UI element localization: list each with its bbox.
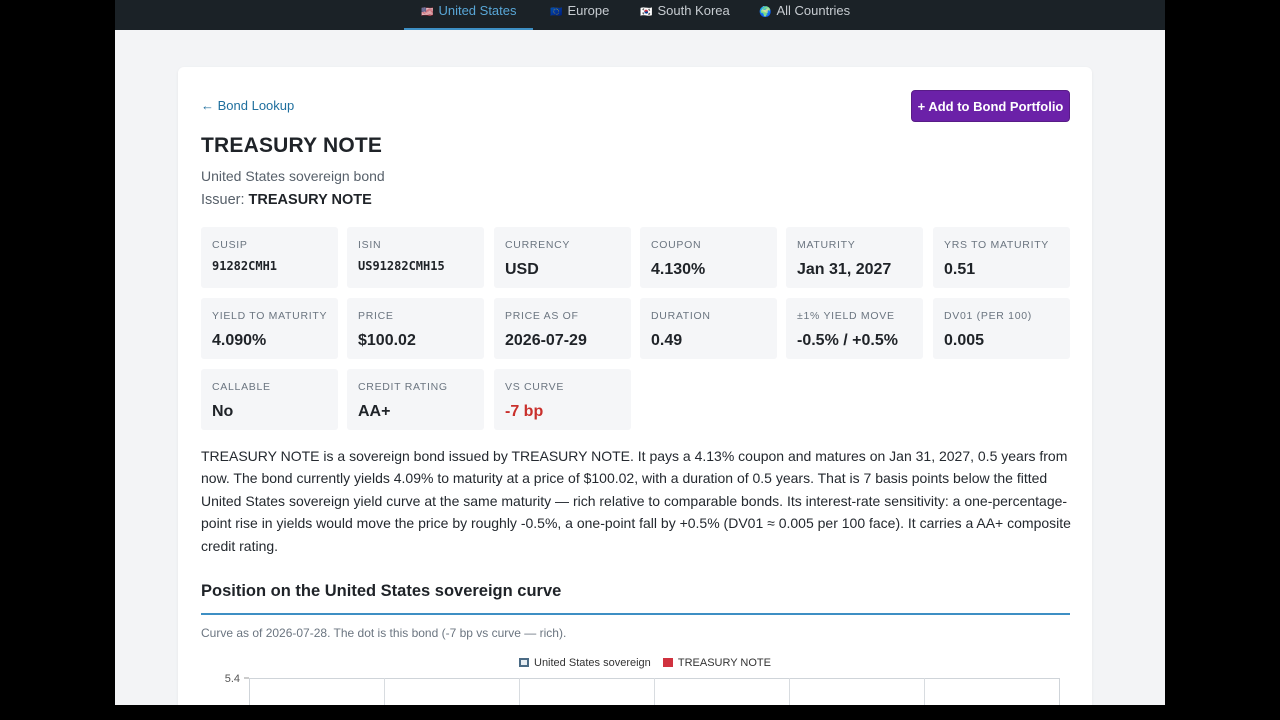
- stat-cusip: CUSIP 91282CMH1: [201, 227, 338, 288]
- stat-dv01: DV01 (PER 100) 0.005: [933, 298, 1070, 359]
- stat-value: 0.49: [651, 332, 683, 349]
- tab-united-states[interactable]: 🇺🇸 United States: [404, 0, 533, 30]
- stat-label: YIELD TO MATURITY: [212, 310, 328, 322]
- stat-credit-rating: CREDIT RATING AA+: [347, 369, 484, 430]
- stat-value: -7 bp: [505, 403, 544, 420]
- kr-flag-icon: 🇰🇷: [640, 7, 653, 18]
- stat-maturity: MATURITY Jan 31, 2027: [786, 227, 923, 288]
- stat-value: 4.130%: [651, 261, 706, 278]
- bond-description: TREASURY NOTE is a sovereign bond issued…: [201, 448, 1071, 554]
- tab-label: Europe: [567, 3, 610, 18]
- bond-subtitle: United States sovereign bond: [201, 168, 385, 184]
- issuer-label: Issuer:: [201, 192, 245, 208]
- stat-label: PRICE AS OF: [505, 310, 579, 322]
- page-title: TREASURY NOTE: [201, 134, 383, 157]
- stat-value: No: [212, 403, 234, 420]
- stat-duration: DURATION 0.49: [640, 298, 777, 359]
- bond-detail-card: ← Bond Lookup + Add to Bond Portfolio TR…: [178, 67, 1092, 705]
- issuer-line: Issuer: TREASURY NOTE: [201, 192, 372, 208]
- tab-all-countries[interactable]: 🌍 All Countries: [759, 0, 850, 30]
- section-divider: [201, 613, 1070, 615]
- stat-yield-to-maturity: YIELD TO MATURITY 4.090%: [201, 298, 338, 359]
- stat-value: USD: [505, 261, 539, 278]
- stat-value: US91282CMH15: [358, 259, 445, 273]
- curve-section-title: Position on the United States sovereign …: [201, 582, 562, 600]
- tab-south-korea[interactable]: 🇰🇷 South Korea: [640, 0, 730, 30]
- tab-label: South Korea: [657, 3, 730, 18]
- legend-swatch-bond: [662, 658, 673, 667]
- stat-price-as-of: PRICE AS OF 2026-07-29: [494, 298, 631, 359]
- browser-viewport: 🇺🇸 United States 🇪🇺 Europe 🇰🇷 South Korea 🌍…: [115, 0, 1165, 705]
- stat-label: ISIN: [358, 239, 382, 251]
- stat-label: PRICE: [358, 310, 394, 322]
- stat-value: -0.5% / +0.5%: [797, 332, 898, 349]
- issuer-name: TREASURY NOTE: [248, 192, 372, 208]
- tab-europe[interactable]: 🇪🇺 Europe: [550, 0, 609, 30]
- add-to-bond-portfolio-button[interactable]: + Add to Bond Portfolio: [911, 90, 1070, 122]
- tab-label: United States: [438, 3, 517, 18]
- stat-callable: CALLABLE No: [201, 369, 338, 430]
- stat-value: 0.005: [944, 332, 985, 349]
- stat-label: CALLABLE: [212, 381, 271, 393]
- stat-value: Jan 31, 2027: [797, 261, 892, 278]
- stat-label: DV01 (PER 100): [944, 310, 1033, 322]
- stat-currency: CURRENCY USD: [494, 227, 631, 288]
- stat-label: COUPON: [651, 239, 702, 251]
- stat-value: AA+: [358, 403, 391, 420]
- stat-value: 91282CMH1: [212, 259, 278, 273]
- stat-label: ±1% YIELD MOVE: [797, 310, 895, 322]
- stat-label: MATURITY: [797, 239, 856, 251]
- curve-note: Curve as of 2026-07-28. The dot is this …: [201, 626, 567, 640]
- stat-label: DURATION: [651, 310, 711, 322]
- legend-swatch-curve: [519, 658, 529, 667]
- yield-curve-chart: 5.4: [225, 673, 1060, 705]
- stat-value: 4.090%: [212, 332, 267, 349]
- stat-value: $100.02: [358, 332, 416, 349]
- tab-label: All Countries: [776, 3, 851, 18]
- country-nav: 🇺🇸 United States 🇪🇺 Europe 🇰🇷 South Korea 🌍…: [115, 0, 1165, 30]
- stat-value: 0.51: [944, 261, 976, 278]
- y-tick-label: 5.4: [225, 673, 240, 685]
- stat-isin: ISIN US91282CMH15: [347, 227, 484, 288]
- stat-label: CURRENCY: [505, 239, 571, 251]
- stat-label: YRS TO MATURITY: [944, 239, 1050, 251]
- eu-flag-icon: 🇪🇺: [550, 7, 563, 18]
- us-flag-icon: 🇺🇸: [421, 7, 434, 18]
- back-to-bond-lookup-link[interactable]: ← Bond Lookup: [201, 98, 294, 113]
- stat-coupon: COUPON 4.130%: [640, 227, 777, 288]
- stat-label: CREDIT RATING: [358, 381, 448, 393]
- stat-vs-curve: VS CURVE -7 bp: [494, 369, 631, 430]
- stat-label: VS CURVE: [505, 381, 565, 393]
- stat-yield-move: ±1% YIELD MOVE -0.5% / +0.5%: [786, 298, 923, 359]
- stat-years-to-maturity: YRS TO MATURITY 0.51: [933, 227, 1070, 288]
- stat-value: 2026-07-29: [505, 332, 587, 349]
- stat-price: PRICE $100.02: [347, 298, 484, 359]
- globe-icon: 🌍: [759, 7, 772, 18]
- stat-label: CUSIP: [212, 239, 248, 251]
